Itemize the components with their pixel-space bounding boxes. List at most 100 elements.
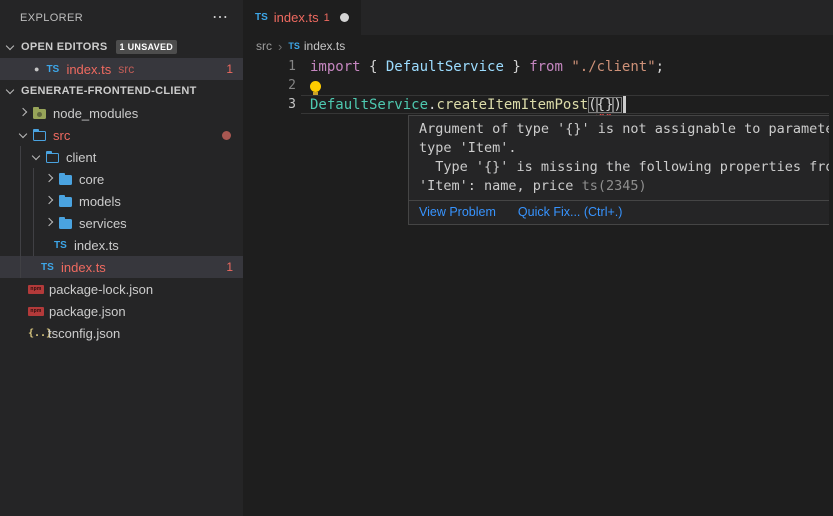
tree-item-index-ts-6[interactable]: TSindex.ts bbox=[0, 234, 243, 256]
tree-item-label: src bbox=[53, 128, 70, 143]
tree-item-label: client bbox=[66, 150, 96, 165]
tree-item-node-modules-0[interactable]: node_modules bbox=[0, 102, 243, 124]
code-token: } bbox=[504, 59, 529, 75]
error-count-badge: 1 bbox=[226, 62, 233, 76]
message-text: 'Item': name, price bbox=[419, 178, 582, 194]
folder-icon bbox=[58, 171, 74, 187]
indent-guide bbox=[33, 168, 34, 190]
code-token: from bbox=[529, 59, 571, 75]
ts-icon: TS bbox=[41, 262, 61, 273]
modified-dot-icon: ● bbox=[34, 64, 39, 74]
tree-item-tsconfig-json-10[interactable]: {..}tsconfig.json bbox=[0, 322, 243, 344]
code-token: ; bbox=[656, 59, 664, 75]
editor-area: TS index.ts 1 src › TS index.ts 1import … bbox=[243, 0, 833, 516]
indent-guide bbox=[33, 190, 34, 212]
chevron-right-icon bbox=[42, 171, 58, 187]
tree-item-services-5[interactable]: services bbox=[0, 212, 243, 234]
tree-item-label: core bbox=[79, 172, 104, 187]
error-count-badge: 1 bbox=[226, 260, 233, 274]
open-editor-description: src bbox=[118, 62, 134, 76]
tree-item-label: package-lock.json bbox=[49, 282, 153, 297]
quick-fix-link[interactable]: Quick Fix... (Ctrl+.) bbox=[518, 205, 623, 219]
chevron-down-icon bbox=[3, 83, 19, 99]
more-actions-icon[interactable]: ⋯ bbox=[212, 13, 228, 23]
code-token: "./client" bbox=[571, 59, 655, 75]
code-line-content bbox=[310, 76, 321, 95]
indent-guide bbox=[20, 146, 21, 168]
indent-guide bbox=[33, 234, 34, 256]
chevron-right-icon bbox=[42, 215, 58, 231]
explorer-sidebar: EXPLORER ⋯ OPEN EDITORS 1 UNSAVED ●TSind… bbox=[0, 0, 243, 516]
chevron-right-icon bbox=[42, 193, 58, 209]
folder-open-icon bbox=[32, 127, 48, 143]
line-number: 2 bbox=[243, 78, 296, 93]
tree-item-models-4[interactable]: models bbox=[0, 190, 243, 212]
error-hover-tooltip: Argument of type '{}' is not assignable … bbox=[408, 115, 833, 225]
hover-actions-bar: View Problem Quick Fix... (Ctrl+.) bbox=[409, 200, 833, 224]
tree-item-label: index.ts bbox=[74, 238, 119, 253]
tree-item-src-1[interactable]: src bbox=[0, 124, 243, 146]
project-root-header[interactable]: GENERATE-FRONTEND-CLIENT bbox=[0, 80, 243, 102]
open-editor-item-index-ts[interactable]: ●TSindex.tssrc1 bbox=[0, 58, 243, 80]
vscode-window: EXPLORER ⋯ OPEN EDITORS 1 UNSAVED ●TSind… bbox=[0, 0, 833, 516]
tree-item-package-json-9[interactable]: npm package.json bbox=[0, 300, 243, 322]
code-line-content: import { DefaultService } from "./client… bbox=[310, 57, 664, 76]
code-token: { bbox=[369, 59, 386, 75]
error-message: Argument of type '{}' is not assignable … bbox=[409, 116, 833, 200]
tab-bar: TS index.ts 1 bbox=[243, 0, 833, 35]
code-token: DefaultService bbox=[386, 59, 504, 75]
line-number: 3 bbox=[243, 97, 296, 112]
breadcrumb-item-folder[interactable]: src bbox=[256, 39, 272, 53]
error-message-line: Type '{}' is missing the following prope… bbox=[419, 158, 833, 177]
error-message-line: 'Item': name, price ts(2345) bbox=[419, 177, 833, 196]
sidebar-title-bar: EXPLORER ⋯ bbox=[0, 0, 243, 36]
tree-item-label: package.json bbox=[49, 304, 126, 319]
code-line-1: 1import { DefaultService } from "./clien… bbox=[243, 57, 833, 76]
ts-icon: TS bbox=[46, 64, 66, 75]
tab-index-ts[interactable]: TS index.ts 1 bbox=[243, 0, 361, 35]
open-editors-list: ●TSindex.tssrc1 bbox=[0, 58, 243, 80]
tab-error-count: 1 bbox=[324, 12, 330, 24]
project-root-label: GENERATE-FRONTEND-CLIENT bbox=[21, 85, 197, 97]
breadcrumb: src › TS index.ts bbox=[243, 35, 833, 57]
chevron-right-icon bbox=[16, 105, 32, 121]
tree-item-index-ts-7[interactable]: TSindex.ts1 bbox=[0, 256, 243, 278]
open-editors-header[interactable]: OPEN EDITORS 1 UNSAVED bbox=[0, 36, 243, 58]
code-line-2: 2 bbox=[243, 76, 833, 95]
modified-dot-icon[interactable] bbox=[340, 13, 349, 22]
code-token: import bbox=[310, 59, 369, 75]
indent-guide bbox=[20, 168, 21, 190]
folder-npm-icon bbox=[32, 105, 48, 121]
explorer-title: EXPLORER bbox=[0, 12, 83, 24]
npm-icon: npm bbox=[28, 307, 44, 316]
chevron-down-icon bbox=[29, 149, 45, 165]
breadcrumb-item-file[interactable]: index.ts bbox=[304, 39, 345, 53]
current-line-highlight bbox=[301, 95, 829, 114]
error-message-line: Argument of type '{}' is not assignable … bbox=[419, 120, 833, 139]
npm-icon: npm bbox=[28, 285, 44, 294]
tree-item-label: node_modules bbox=[53, 106, 138, 121]
view-problem-link[interactable]: View Problem bbox=[419, 205, 496, 219]
ts-icon: TS bbox=[54, 240, 74, 251]
folder-error-dot bbox=[222, 131, 231, 140]
tree-item-client-2[interactable]: client bbox=[0, 146, 243, 168]
folder-open-icon bbox=[45, 149, 61, 165]
tree-item-core-3[interactable]: core bbox=[0, 168, 243, 190]
open-editors-label: OPEN EDITORS bbox=[21, 41, 108, 53]
file-tree: node_modulessrcclientcoremodelsservicesT… bbox=[0, 102, 243, 344]
indent-guide bbox=[20, 234, 21, 256]
ts-icon: TS bbox=[255, 12, 268, 23]
message-text: Argument of type '{}' is not assignable … bbox=[419, 121, 833, 137]
tree-item-package-lock-json-8[interactable]: npm package-lock.json bbox=[0, 278, 243, 300]
folder-icon bbox=[58, 215, 74, 231]
lightbulb-icon[interactable] bbox=[310, 81, 321, 92]
tree-item-label: tsconfig.json bbox=[48, 326, 120, 341]
message-text: type 'Item'. bbox=[419, 140, 517, 156]
indent-guide bbox=[33, 212, 34, 234]
editor-scrollbar[interactable] bbox=[829, 35, 833, 516]
indent-guide bbox=[20, 256, 21, 278]
npm-emblem bbox=[37, 112, 42, 117]
chevron-down-icon bbox=[3, 39, 19, 55]
message-text: Type '{}' is missing the following prope… bbox=[419, 159, 833, 175]
diagnostic-code: ts(2345) bbox=[582, 178, 647, 194]
